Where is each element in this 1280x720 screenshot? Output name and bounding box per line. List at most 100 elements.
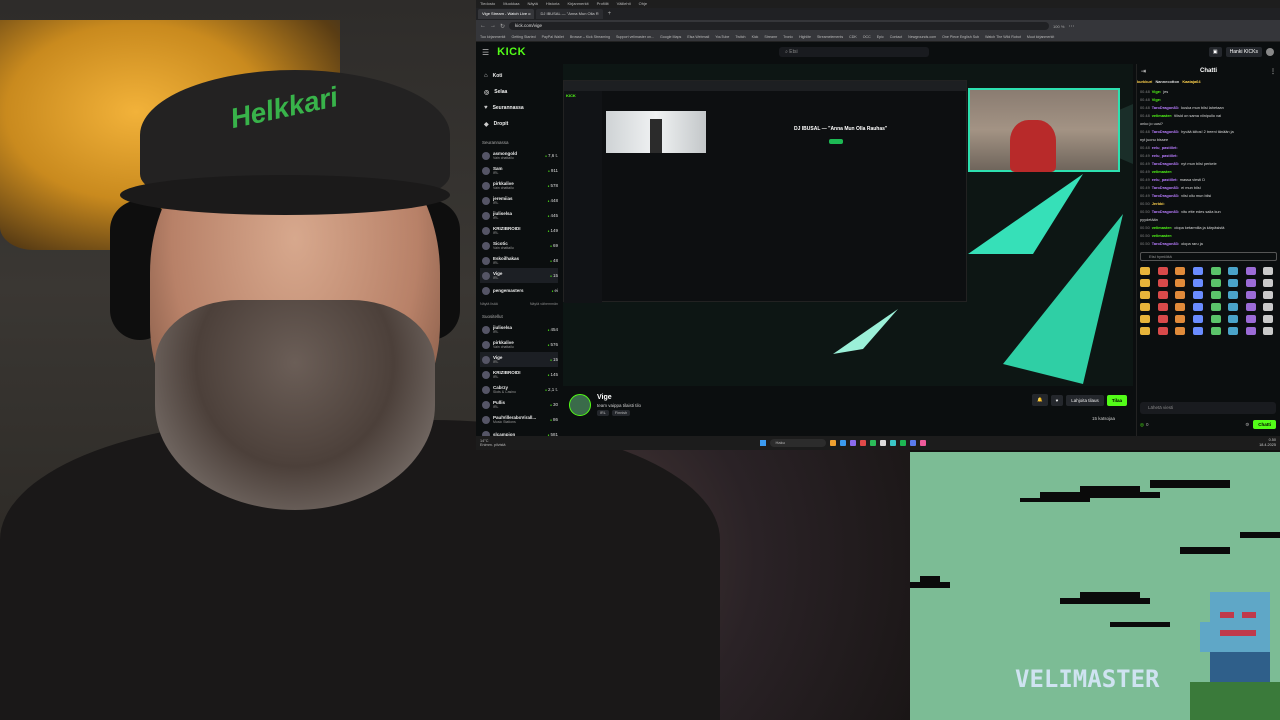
hamburger-menu-icon[interactable]: ☰	[482, 48, 489, 57]
points-icon[interactable]: ◎	[1140, 422, 1144, 428]
taskbar-app-icon[interactable]	[889, 440, 896, 446]
bookmark-item[interactable]: Getting Started	[511, 32, 535, 41]
sidebar-nav-koti[interactable]: ⌂ Koti	[480, 68, 558, 84]
os-menu-item[interactable]: Näytä	[527, 0, 537, 8]
reload-icon[interactable]: ↻	[500, 23, 505, 30]
emote-icon[interactable]	[1245, 267, 1256, 275]
taskbar-app-icon[interactable]	[879, 440, 886, 446]
emote-icon[interactable]	[1140, 315, 1150, 323]
bookmark-item[interactable]: Contact	[890, 32, 902, 41]
emote-icon[interactable]	[1175, 291, 1186, 299]
heart-icon[interactable]: ♥	[1050, 394, 1064, 406]
emote-icon[interactable]	[1263, 267, 1274, 275]
emote-icon[interactable]	[1263, 315, 1274, 323]
chat-username[interactable]: velimaster:	[1152, 113, 1173, 118]
following-channel[interactable]: SamIRL911	[480, 163, 558, 178]
recommended-channel[interactable]: VigeIRL15	[480, 352, 558, 367]
os-menu-item[interactable]: Kirjanmerkit	[567, 0, 588, 8]
emote-icon[interactable]	[1228, 303, 1239, 311]
chat-username[interactable]: TaroDragon83:	[1152, 161, 1179, 166]
taskbar-app-icon[interactable]	[899, 440, 906, 446]
following-channel[interactable]: EskoilhakasIRL48	[480, 253, 558, 268]
emote-icon[interactable]	[1192, 303, 1203, 311]
emote-icon[interactable]	[1192, 315, 1203, 323]
user-avatar[interactable]	[1266, 48, 1274, 56]
bookmark-item[interactable]: Twitch	[735, 32, 745, 41]
chat-username[interactable]: TaroDragon83:	[1152, 193, 1179, 198]
emote-icon[interactable]	[1157, 279, 1168, 287]
chat-username[interactable]: velimaster:	[1152, 169, 1173, 174]
taskbar-app-icon[interactable]	[919, 440, 926, 446]
following-channel[interactable]: VigeIRL15	[480, 268, 558, 283]
recommended-channel[interactable]: PaulVilleraboVirall...Music Stations86	[480, 412, 558, 427]
emote-icon[interactable]	[1210, 327, 1221, 335]
bookmark-item[interactable]: Browse – Kick Streaming	[570, 32, 610, 41]
chat-username[interactable]: Vige:	[1152, 97, 1161, 102]
emote-icon[interactable]	[1157, 315, 1168, 323]
sidebar-nav-dropit[interactable]: ◆ Dropit	[480, 116, 558, 132]
show-more-link[interactable]: Näytä lisää	[480, 302, 498, 306]
chat-username[interactable]: TaroDragon83:	[1152, 185, 1179, 190]
chat-username[interactable]: TaroDragon83:	[1152, 209, 1179, 214]
bookmark-item[interactable]: Watch The Wild Robot	[985, 32, 1021, 41]
bookmark-item[interactable]: Kick	[752, 32, 759, 41]
following-channel[interactable]: asmongoldVain chattailu7,6 t.	[480, 148, 558, 163]
os-menu-item[interactable]: Tiedosto	[480, 0, 495, 8]
emote-icon[interactable]	[1263, 291, 1274, 299]
bookmark-item[interactable]: Epic	[877, 32, 884, 41]
taskbar-app-icon[interactable]	[849, 440, 856, 446]
os-menu-item[interactable]: Historia	[546, 0, 560, 8]
os-menu-item[interactable]: Ohje	[639, 0, 647, 8]
os-menu-item[interactable]: Välilehti	[617, 0, 631, 8]
os-menu-item[interactable]: Muokkaa	[503, 0, 519, 8]
top-user[interactable]: Kaataja64	[1182, 79, 1200, 84]
bookmark-item[interactable]: Newgrounds.com	[908, 32, 936, 41]
emote-icon[interactable]	[1228, 279, 1239, 287]
emote-icon[interactable]	[1210, 279, 1221, 287]
emote-icon[interactable]	[1228, 291, 1239, 299]
gift-sub-button[interactable]: Lahjoita tilaus	[1066, 394, 1104, 406]
emote-icon[interactable]	[1175, 279, 1186, 287]
recommended-channel[interactable]: pirkkaliveVain chattailu576	[480, 337, 558, 352]
subscribe-button[interactable]: Tilaa	[1106, 394, 1127, 406]
emote-icon[interactable]	[1210, 303, 1221, 311]
emote-icon[interactable]	[1140, 291, 1150, 299]
following-channel[interactable]: jiuliselsaIRL445	[480, 208, 558, 223]
bookmark-item[interactable]: Highlite	[799, 32, 811, 41]
zoom-level[interactable]: 100 %	[1053, 24, 1064, 29]
chat-username[interactable]: TaroDragon83:	[1152, 241, 1179, 246]
emote-icon[interactable]	[1175, 303, 1186, 311]
chat-username[interactable]: velimaster:	[1152, 225, 1173, 230]
kick-search-input[interactable]: ⌕ Etsi	[779, 47, 930, 57]
chat-username[interactable]: eelu_pastillet:	[1152, 177, 1178, 182]
emote-icon[interactable]	[1157, 327, 1168, 335]
recommended-channel[interactable]: PullisIRL30	[480, 397, 558, 412]
collapse-chat-icon[interactable]: ⇥	[1141, 68, 1146, 75]
emote-icon[interactable]	[1228, 267, 1239, 275]
chat-username[interactable]: Jerbbi:	[1152, 201, 1165, 206]
following-channel[interactable]: pengemasters ei	[480, 283, 558, 298]
emote-icon[interactable]	[1140, 327, 1150, 335]
recommended-channel[interactable]: CabrzySlots & Casino2,1 t.	[480, 382, 558, 397]
show-less-link[interactable]: Näytä vähemmän	[530, 302, 558, 306]
chat-username[interactable]: Vige:	[1152, 89, 1161, 94]
bookmark-item[interactable]: Streamr	[764, 32, 777, 41]
bookmark-item[interactable]: One Piece English Sub	[942, 32, 979, 41]
following-channel[interactable]: jeremiiasIRL448	[480, 193, 558, 208]
os-menu-item[interactable]: Profiilit	[597, 0, 609, 8]
top-user[interactable]: Nannecotton	[1155, 79, 1179, 84]
emote-icon[interactable]	[1210, 291, 1221, 299]
emote-icon[interactable]	[1175, 327, 1186, 335]
emote-search-input[interactable]: Etsi hymiöitä	[1140, 252, 1277, 261]
emote-icon[interactable]	[1245, 327, 1256, 335]
emote-icon[interactable]	[1245, 291, 1256, 299]
emote-icon[interactable]	[1192, 291, 1203, 299]
emote-icon[interactable]	[1157, 303, 1168, 311]
emote-icon[interactable]	[1140, 279, 1150, 287]
emote-icon[interactable]	[1140, 267, 1150, 275]
bookmark-item[interactable]: Tuo kirjanmerkit	[480, 32, 505, 41]
chat-username[interactable]: eelu_pastillet:	[1152, 153, 1178, 158]
channel-name[interactable]: Vige	[597, 394, 641, 401]
emote-icon[interactable]	[1263, 303, 1274, 311]
chat-username[interactable]: velimaster:	[1152, 233, 1173, 238]
